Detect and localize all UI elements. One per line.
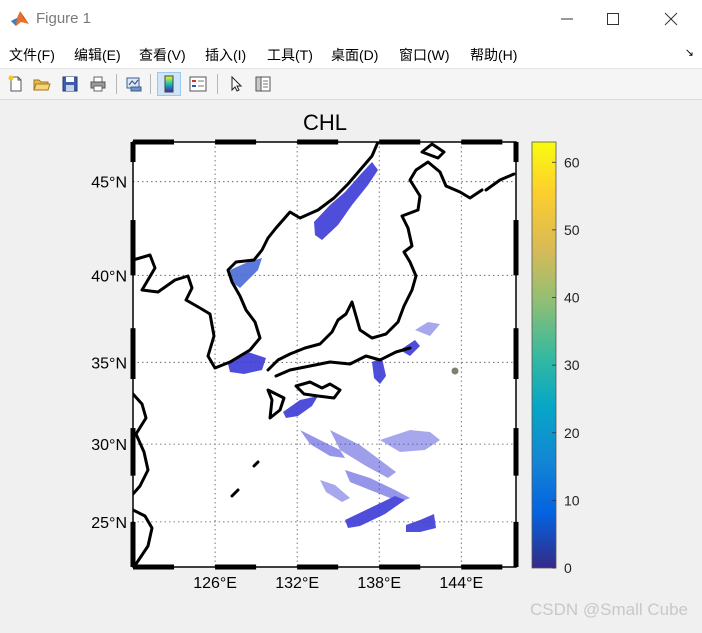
menu-edit[interactable]: 编辑(E)	[74, 45, 121, 65]
colorbar-icon	[164, 75, 174, 93]
colorbar-tick-label: 60	[564, 154, 580, 170]
toolbar-separator	[116, 74, 117, 94]
maximize-icon	[607, 13, 619, 25]
frame-segment	[513, 428, 519, 476]
frame-segment	[215, 564, 257, 570]
print-button[interactable]	[86, 72, 110, 96]
panel-icon	[255, 76, 271, 92]
save-button[interactable]	[58, 72, 82, 96]
colorbar-tick-label: 20	[564, 425, 580, 441]
menu-help[interactable]: 帮助(H)	[470, 45, 517, 65]
y-tick-label: 30°N	[91, 437, 127, 454]
frame-segment	[130, 328, 136, 380]
insert-colorbar-button[interactable]	[157, 72, 181, 96]
y-tick-label: 35°N	[91, 355, 127, 372]
colorbar-tick-label: 10	[564, 492, 580, 508]
frame-segment	[513, 521, 519, 567]
close-icon	[664, 12, 678, 26]
x-tick-label: 126°E	[193, 575, 237, 592]
matlab-logo-icon	[10, 9, 30, 29]
print-icon	[90, 76, 106, 92]
y-tick-label: 45°N	[91, 175, 127, 192]
frame-segment	[215, 139, 257, 145]
pointer-arrow-icon	[231, 75, 243, 92]
frame-segment	[130, 142, 136, 163]
menu-file[interactable]: 文件(F)	[9, 45, 55, 65]
link-plot-icon	[126, 77, 142, 92]
save-icon	[62, 76, 78, 92]
colorbar-tick-label: 40	[564, 290, 580, 306]
toolbar	[0, 69, 702, 100]
dock-arrow-icon[interactable]: ↘	[685, 46, 694, 59]
colorbar-tick-label: 50	[564, 222, 580, 238]
frame-segment	[297, 564, 339, 570]
new-file-icon	[8, 75, 22, 92]
y-tick-label: 40°N	[91, 268, 127, 285]
colorbar-tick-label: 30	[564, 357, 580, 373]
minimize-icon	[561, 18, 573, 20]
map-plot: CHL 126°E 132°E 138°E 144°E 25°N 30°N 35°N 40°…	[91, 110, 580, 592]
x-tick-label: 144°E	[439, 575, 483, 592]
toolbar-separator	[217, 74, 218, 94]
chart-title: CHL	[303, 110, 347, 135]
frame-segment	[461, 564, 503, 570]
open-button[interactable]	[30, 72, 54, 96]
frame-segment	[379, 564, 421, 570]
link-plot-button[interactable]	[122, 72, 146, 96]
insert-legend-button[interactable]	[186, 72, 210, 96]
toolbar-separator	[150, 74, 151, 94]
frame-segment	[130, 220, 136, 276]
frame-segment	[133, 139, 175, 145]
legend-icon	[189, 76, 207, 92]
y-tick-label: 25°N	[91, 515, 127, 532]
x-tick-labels: 126°E 132°E 138°E 144°E	[193, 575, 483, 592]
frame-segment	[513, 328, 519, 380]
menu-desktop[interactable]: 桌面(D)	[331, 45, 378, 65]
x-tick-label: 132°E	[275, 575, 319, 592]
watermark: CSDN @Small Cube	[529, 600, 688, 619]
frame-segment	[133, 564, 175, 570]
frame-segment	[461, 139, 503, 145]
frame-segment	[130, 521, 136, 567]
y-tick-labels: 25°N 30°N 35°N 40°N 45°N	[91, 175, 127, 532]
menu-view[interactable]: 查看(V)	[139, 45, 186, 65]
title-bar: Figure 1	[0, 0, 702, 38]
maximize-button[interactable]	[586, 0, 640, 38]
edit-plot-button[interactable]	[224, 72, 248, 96]
property-inspector-button[interactable]	[251, 72, 275, 96]
close-button[interactable]	[644, 0, 698, 38]
x-tick-label: 138°E	[357, 575, 401, 592]
sample-point-marker	[451, 367, 459, 375]
menu-window[interactable]: 窗口(W)	[399, 45, 450, 65]
figure-canvas: CHL 126°E 132°E 138°E 144°E 25°N 30°N 35°N 40°…	[0, 100, 702, 628]
frame-segment	[513, 142, 519, 163]
menu-bar: 文件(F) 编辑(E) 查看(V) 插入(I) 工具(T) 桌面(D) 窗口(W…	[0, 38, 702, 69]
frame-segment	[513, 220, 519, 276]
menu-insert[interactable]: 插入(I)	[205, 45, 246, 65]
frame-segment	[379, 139, 421, 145]
colorbar-tick-label: 0	[564, 560, 572, 576]
frame-segment	[130, 428, 136, 476]
colorbar	[531, 141, 557, 569]
menu-tools[interactable]: 工具(T)	[267, 45, 313, 65]
new-figure-button[interactable]	[4, 72, 28, 96]
frame-segment	[297, 139, 339, 145]
window-title: Figure 1	[36, 10, 92, 27]
open-folder-icon	[33, 79, 51, 91]
